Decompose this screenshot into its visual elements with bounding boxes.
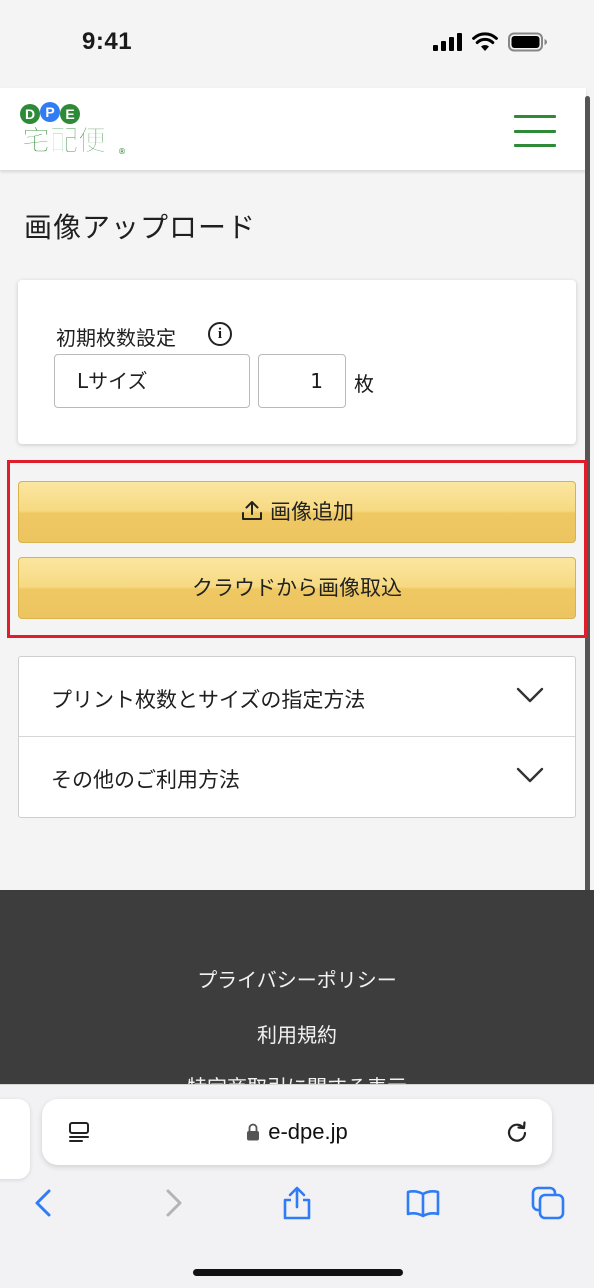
- lock-icon: [247, 1123, 260, 1141]
- url-text: e-dpe.jp: [268, 1119, 348, 1144]
- status-time: 9:41: [82, 28, 133, 55]
- menu-line-icon: [514, 144, 556, 147]
- accordion-item-print-count-size[interactable]: プリント枚数とサイズの指定方法: [19, 657, 575, 737]
- quantity-input[interactable]: 1: [258, 354, 346, 408]
- print-size-select[interactable]: Lサイズ: [54, 354, 250, 408]
- cloud-import-label: クラウドから画像取込: [192, 576, 402, 600]
- cellular-signal-icon: [433, 33, 462, 51]
- accordion-item-label: その他のご利用方法: [51, 768, 240, 792]
- chevron-down-icon: [516, 687, 544, 703]
- menu-line-icon: [514, 115, 556, 118]
- cloud-import-button[interactable]: クラウドから画像取込: [18, 557, 576, 619]
- info-icon[interactable]: i: [208, 322, 232, 346]
- footer-link-privacy[interactable]: プライバシーポリシー: [0, 964, 594, 993]
- home-indicator: [193, 1269, 403, 1276]
- chevron-down-icon: [516, 767, 544, 783]
- svg-text:D: D: [25, 106, 35, 122]
- address-bar[interactable]: e-dpe.jp: [42, 1099, 552, 1165]
- tabs-icon[interactable]: [530, 1185, 566, 1221]
- site-header: D P E 宅配便 ®: [0, 88, 586, 170]
- svg-text:P: P: [45, 104, 54, 120]
- wifi-icon: [472, 32, 498, 51]
- browser-toolbar: e-dpe.jp: [0, 1084, 594, 1288]
- footer-link-terms[interactable]: 利用規約: [0, 1019, 594, 1048]
- url-display: e-dpe.jp: [42, 1099, 552, 1165]
- page-title: 画像アップロード: [24, 211, 257, 244]
- forward-icon[interactable]: [155, 1185, 191, 1221]
- add-image-label: 画像追加: [270, 500, 354, 524]
- svg-text:宅配便: 宅配便: [22, 124, 107, 157]
- bookmarks-icon[interactable]: [405, 1185, 441, 1221]
- dpe-logo[interactable]: D P E 宅配便 ®: [16, 98, 136, 160]
- back-icon[interactable]: [26, 1185, 62, 1221]
- hamburger-menu-button[interactable]: [514, 115, 556, 147]
- status-bar: 9:41: [0, 0, 594, 88]
- status-icons: [433, 32, 548, 52]
- previous-tab-preview[interactable]: [0, 1099, 30, 1179]
- accordion-item-other-usage[interactable]: その他のご利用方法: [19, 737, 575, 817]
- quantity-unit-label: 枚: [354, 372, 374, 396]
- upload-icon: [242, 501, 262, 520]
- initial-count-settings-card: 初期枚数設定 i Lサイズ 1 枚: [18, 280, 576, 444]
- help-accordion: プリント枚数とサイズの指定方法 その他のご利用方法: [18, 656, 576, 818]
- accordion-item-label: プリント枚数とサイズの指定方法: [51, 688, 366, 712]
- menu-line-icon: [514, 129, 556, 133]
- site-footer: プライバシーポリシー 利用規約 特定商取引に関する表示: [0, 890, 594, 1099]
- share-icon[interactable]: [279, 1185, 315, 1221]
- svg-text:®: ®: [118, 147, 126, 156]
- reload-icon[interactable]: [504, 1119, 530, 1145]
- svg-text:E: E: [65, 106, 74, 122]
- add-image-button[interactable]: 画像追加: [18, 481, 576, 543]
- initial-count-label: 初期枚数設定: [56, 326, 176, 350]
- battery-icon: [508, 32, 547, 52]
